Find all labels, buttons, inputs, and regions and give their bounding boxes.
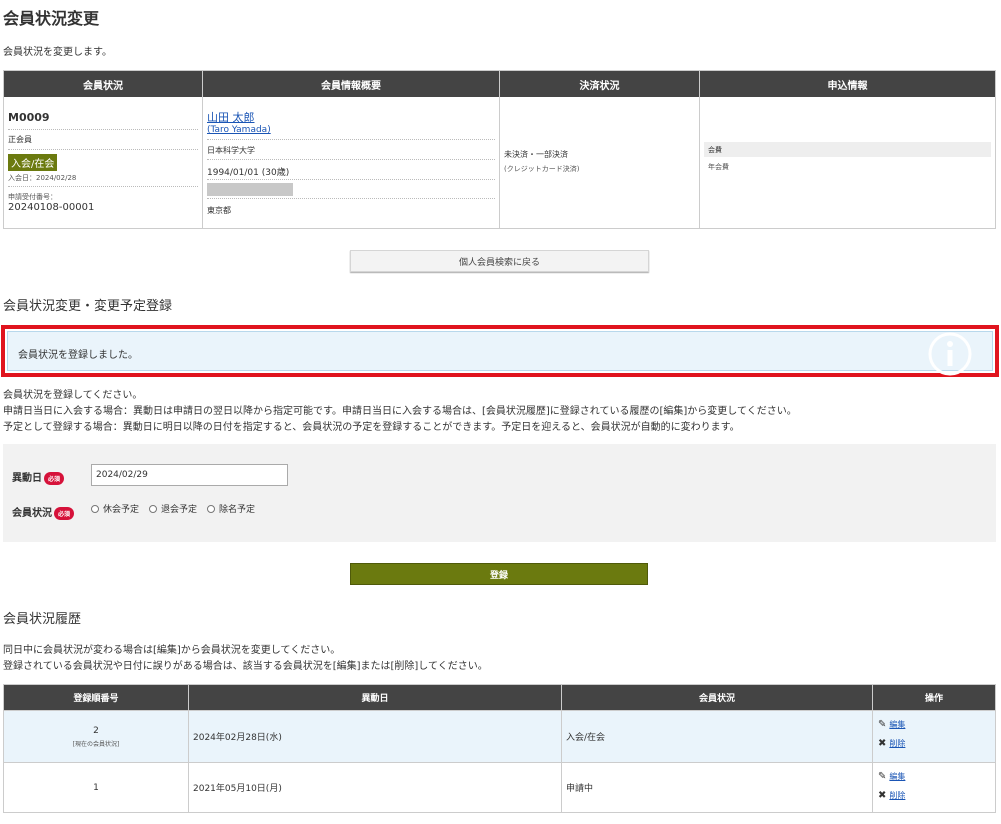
radio-withdraw-planned[interactable]: 退会予定 [149, 502, 197, 515]
page-description: 会員状況を変更します。 [3, 47, 112, 58]
header-member-status: 会員状況 [4, 71, 203, 97]
member-name-link[interactable]: 山田 太郎 [207, 109, 255, 125]
delete-link[interactable]: 削除 [889, 790, 905, 801]
operations-cell: ✎ 編集 ✖ 削除 [873, 763, 995, 812]
member-type: 正会員 [8, 135, 32, 144]
summary-body-row: M0009 正会員 入会/在会 入会日：2024/02/28 申請受付番号： 2… [4, 97, 995, 228]
payment-method: (クレジットカード決済) [504, 165, 580, 173]
history-table: 登録順番号 異動日 会員状況 操作 2 [現在の会員状況] 2024年02月28… [3, 684, 996, 813]
edit-link[interactable]: 編集 [889, 719, 905, 730]
divider [8, 149, 198, 150]
date-cell: 2021年05月10日(月) [189, 763, 562, 812]
redacted-field [207, 183, 293, 196]
change-note-1: 会員状況を登録してください。 [3, 390, 143, 401]
table-row: 2 [現在の会員状況] 2024年02月28日(水) 入会/在会 ✎ 編集 ✖ 削除 [4, 710, 995, 762]
history-note-2: 登録されている会員状況や日付に誤りがある場合は、該当する会員状況を[編集]または… [3, 661, 488, 672]
header-payment-status: 決済状況 [500, 71, 700, 97]
transfer-date-input[interactable] [91, 464, 288, 486]
alert-box: 会員状況を登録しました。 [7, 331, 993, 376]
radio-circle[interactable] [149, 504, 158, 513]
university: 日本科学大学 [207, 146, 255, 155]
header-member-info: 会員情報概要 [203, 71, 500, 97]
header-member-status: 会員状況 [562, 685, 873, 710]
header-application-info: 申込情報 [827, 80, 868, 92]
transfer-date-label-text: 異動日 [12, 473, 42, 484]
status-badge: 入会/在会 [8, 154, 58, 171]
status-cell: 申請中 [562, 763, 873, 812]
current-status-note: [現在の会員状況] [72, 740, 120, 748]
header-transfer-date: 異動日 [189, 685, 562, 710]
member-status-label-text: 会員状況 [12, 508, 52, 519]
delete-operation: ✖ 削除 [878, 790, 905, 801]
registration-number: 20240108-00001 [8, 202, 95, 213]
radio-circle[interactable] [91, 504, 99, 513]
join-date: 入会日：2024/02/28 [8, 174, 77, 182]
divider [207, 198, 495, 199]
delete-operation: ✖ 削除 [878, 738, 905, 749]
page-title: 会員状況変更 [3, 9, 100, 28]
pencil-icon: ✎ [878, 771, 887, 782]
birth-date: 1994/01/01 (30歳) [207, 168, 290, 178]
header-operations: 操作 [924, 694, 943, 704]
member-id: M0009 [8, 111, 50, 124]
table-row: 1 2021年05月10日(月) 申請中 ✎ 編集 ✖ 削除 [4, 762, 995, 812]
divider [207, 139, 495, 140]
close-icon: ✖ [878, 738, 887, 749]
member-summary-table: 会員状況 会員情報概要 決済状況 申込情報 M0009 正会員 入会/在会 入会… [3, 70, 996, 229]
delete-link[interactable]: 削除 [889, 738, 905, 749]
radio-label: 除名予定 [219, 505, 256, 515]
prefecture: 東京都 [207, 206, 231, 215]
operations-cell: ✎ 編集 ✖ 削除 [873, 711, 995, 762]
registration-number-label: 申請受付番号： [8, 193, 57, 201]
member-name-en-link[interactable]: (Taro Yamada) [207, 125, 271, 135]
register-button[interactable]: 登録 [350, 563, 648, 585]
required-badge: 必須 [54, 506, 75, 520]
close-icon: ✖ [878, 790, 887, 801]
divider [8, 186, 198, 187]
alert-message: 会員状況を登録しました。 [18, 350, 138, 361]
date-cell: 2024年02月28日(水) [189, 711, 562, 762]
change-note-3: 予定として登録する場合：異動日に明日以降の日付を指定すると、会員状況の予定を登録… [3, 422, 740, 433]
radio-suspend-planned[interactable]: 休会予定 [91, 502, 139, 515]
history-section-title: 会員状況履歴 [3, 612, 82, 627]
edit-operation: ✎ 編集 [878, 719, 905, 730]
member-status-radio-group: 休会予定 退会予定 除名予定 [91, 502, 255, 515]
payment-status-cell: 未決済・一部決済 (クレジットカード決済) [500, 97, 700, 228]
fee-type: 年会費 [708, 163, 729, 171]
order-number: 2 [93, 725, 99, 736]
back-to-search-button[interactable]: 個人会員検索に戻る [350, 250, 649, 272]
payment-status: 未決済・一部決済 [504, 150, 568, 159]
edit-link[interactable]: 編集 [889, 771, 905, 782]
change-section-title: 会員状況変更・変更予定登録 [3, 299, 173, 314]
history-note-1: 同日中に会員状況が変わる場合は[編集]から会員状況を変更してください。 [3, 645, 341, 656]
order-number: 1 [93, 782, 99, 793]
member-info-cell: 山田 太郎 (Taro Yamada) 日本科学大学 1994/01/01 (3… [203, 97, 500, 228]
header-registration-order: 登録順番号 [4, 685, 189, 710]
history-header-row: 登録順番号 異動日 会員状況 操作 [4, 685, 995, 710]
required-badge: 必須 [44, 471, 65, 485]
edit-operation: ✎ 編集 [878, 771, 905, 782]
application-info-cell: 会費 年会費 [700, 97, 995, 228]
radio-expel-planned[interactable]: 除名予定 [207, 502, 255, 515]
divider [207, 159, 495, 160]
radio-label: 退会予定 [161, 505, 198, 515]
order-cell: 2 [現在の会員状況] [4, 711, 189, 762]
transfer-date-label: 異動日 必須 [12, 469, 65, 485]
radio-circle[interactable] [207, 504, 216, 513]
success-alert: 会員状況を登録しました。 [1, 325, 999, 377]
radio-label: 休会予定 [103, 505, 140, 515]
summary-header-row: 会員状況 会員情報概要 決済状況 申込情報 [4, 71, 995, 97]
order-cell: 1 [4, 763, 189, 812]
status-change-form: 異動日必須 会員状況必須 休会予定 退会予定 除名予定 [3, 444, 996, 542]
member-status-cell: M0009 正会員 入会/在会 入会日：2024/02/28 申請受付番号： 2… [4, 97, 203, 228]
status-cell: 入会/在会 [562, 711, 873, 762]
change-note-2: 申請日当日に入会する場合：異動日は申請日の翌日以降から指定可能です。申請日当日に… [3, 406, 797, 417]
info-icon [928, 332, 972, 376]
fee-label: 会費 [704, 142, 991, 157]
divider [8, 129, 198, 130]
pencil-icon: ✎ [878, 719, 887, 730]
member-status-label: 会員状況 必須 [12, 504, 75, 520]
divider [207, 179, 495, 180]
